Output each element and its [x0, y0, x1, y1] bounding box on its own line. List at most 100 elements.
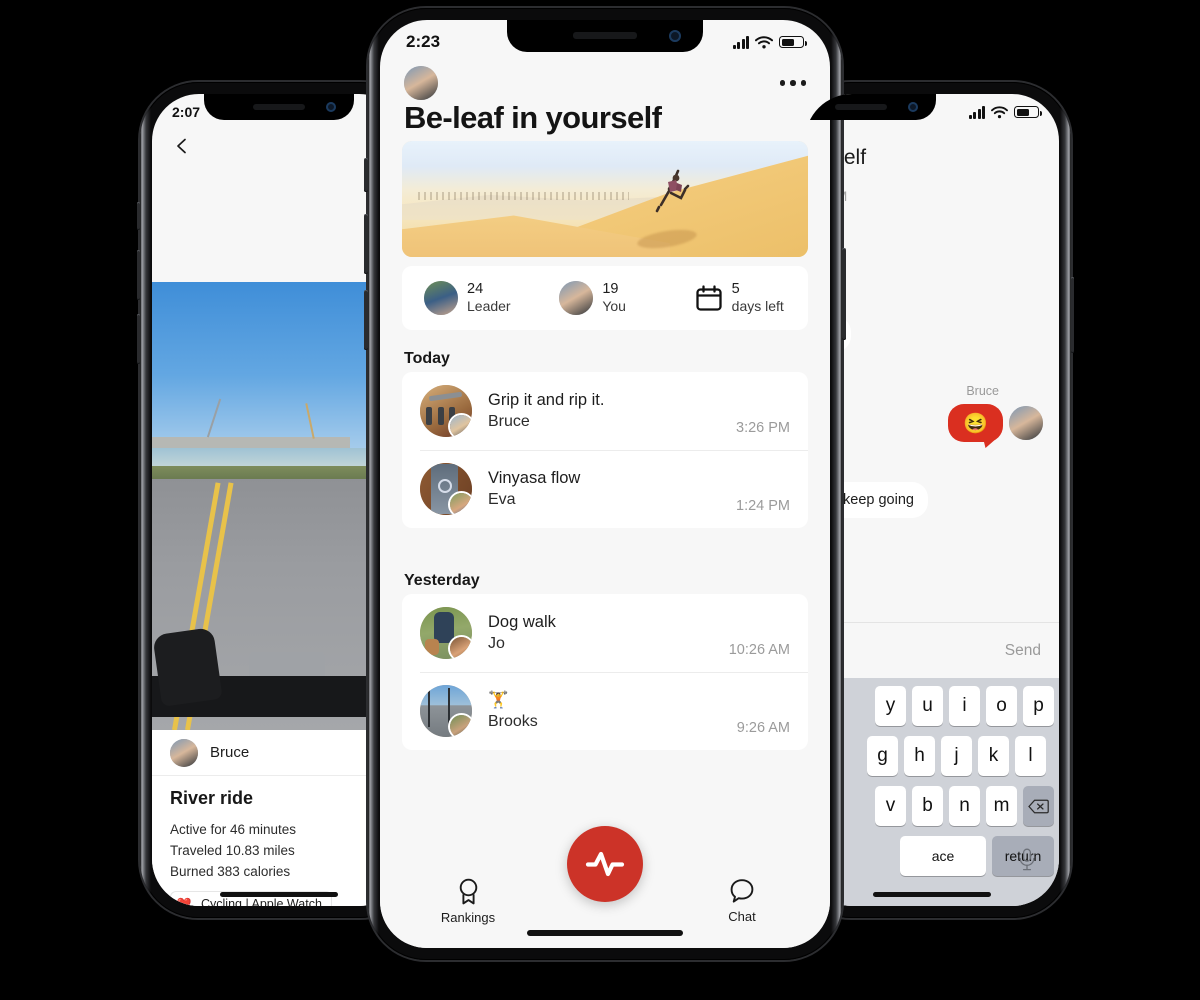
activity-thumbnail — [420, 385, 472, 437]
stat-value: 5 — [731, 281, 740, 298]
keyboard-row-3: v b n m — [805, 786, 1059, 826]
back-button[interactable] — [174, 138, 190, 154]
award-ribbon-icon — [459, 878, 477, 905]
key-g[interactable]: g — [867, 736, 898, 776]
space-key[interactable]: ace — [900, 836, 986, 876]
volume-down-button[interactable] — [364, 290, 368, 350]
chat-input-bar: Send — [805, 622, 1059, 678]
stat-leader[interactable]: 24 Leader — [402, 280, 537, 316]
key-k[interactable]: k — [978, 736, 1009, 776]
right-status-bar — [805, 94, 1059, 130]
hero-image[interactable] — [402, 141, 808, 257]
key-h[interactable]: h — [904, 736, 935, 776]
key-y[interactable]: y — [875, 686, 906, 726]
key-l[interactable]: l — [1015, 736, 1046, 776]
power-button[interactable] — [1071, 277, 1074, 353]
stat-days-left[interactable]: 5 days left — [673, 280, 808, 316]
volume-down-button[interactable] — [137, 314, 140, 364]
tab-label: Chat — [728, 909, 756, 924]
activity-title: Grip it and rip it. — [488, 391, 605, 409]
tab-chat[interactable]: Chat — [706, 878, 778, 924]
cellular-signal-icon — [732, 35, 749, 49]
list-item[interactable]: Vinyasa flow Eva 1:24 PM — [402, 450, 808, 528]
you-avatar — [559, 281, 594, 315]
wifi-icon — [755, 35, 773, 48]
author-name: Bruce — [210, 744, 250, 761]
key-j[interactable]: j — [941, 736, 972, 776]
activity-author: Bruce — [488, 413, 530, 430]
key-i[interactable]: i — [949, 686, 980, 726]
key-o[interactable]: o — [986, 686, 1017, 726]
activity-thumbnail — [420, 463, 472, 515]
battery-icon — [779, 36, 807, 48]
wifi-icon — [991, 105, 1008, 118]
key-v[interactable]: v — [875, 786, 906, 826]
list-item[interactable]: 🏋️ Brooks 9:26 AM — [402, 672, 808, 750]
section-heading-yesterday: Yesterday — [404, 572, 480, 589]
activity-time: 3:26 PM — [736, 420, 790, 436]
challenge-stats: 24 Leader 19 You 5 days left — [402, 266, 808, 330]
home-indicator[interactable] — [873, 892, 991, 897]
status-indicators — [968, 105, 1042, 119]
backspace-icon — [1028, 799, 1049, 813]
leader-avatar — [424, 281, 458, 315]
key-p[interactable]: p — [1023, 686, 1054, 726]
key-u[interactable]: u — [912, 686, 943, 726]
emoji-content: 😆 — [963, 412, 988, 435]
center-phone-screen: 2:23 Be-leaf in yourself 24 Leader 19 Yo… — [380, 20, 830, 948]
message-sender: Bruce — [966, 384, 999, 398]
key-n[interactable]: n — [949, 786, 980, 826]
activity-list-today: Grip it and rip it. Bruce 3:26 PM Vinyas… — [402, 372, 808, 528]
mockup-stage: 2:07 Bruce River ride Active for 46 minu… — [0, 0, 1200, 1000]
avatar — [1009, 406, 1043, 440]
dictation-button[interactable] — [1017, 848, 1037, 872]
more-options-icon[interactable] — [779, 80, 806, 86]
runner-illustration — [655, 169, 690, 213]
key-m[interactable]: m — [986, 786, 1017, 826]
right-phone-screen: n yourself 1:58 PM f counts as Bruce 😆 e… — [805, 94, 1059, 906]
author-avatar-inset — [450, 415, 472, 437]
stat-value: 24 — [467, 281, 484, 298]
power-button[interactable] — [842, 248, 846, 340]
activity-title: Dog walk — [488, 613, 556, 631]
record-activity-fab[interactable] — [567, 826, 643, 902]
activity-title: Vinyasa flow — [488, 469, 581, 487]
activity-title: 🏋️ — [488, 691, 509, 709]
emoji-message-bubble[interactable]: 😆 — [948, 404, 1003, 442]
tab-rankings[interactable]: Rankings — [432, 878, 504, 925]
avatar — [170, 738, 198, 767]
activity-calories: Burned 383 calories — [170, 864, 291, 879]
author-avatar-inset — [450, 493, 472, 515]
volume-up-button[interactable] — [364, 214, 368, 274]
home-indicator[interactable] — [527, 930, 683, 936]
activity-author: Jo — [488, 635, 505, 652]
backspace-key[interactable] — [1023, 786, 1054, 826]
activity-pulse-icon — [585, 851, 625, 877]
stat-label: You — [602, 298, 626, 315]
home-indicator[interactable] — [220, 892, 338, 897]
activity-title: River ride — [170, 788, 254, 808]
stat-label: days left — [731, 298, 784, 315]
mute-switch[interactable] — [364, 158, 368, 192]
mute-switch[interactable] — [137, 202, 140, 230]
left-status-bar: 2:07 — [152, 94, 406, 130]
battery-icon — [1014, 106, 1042, 118]
volume-up-button[interactable] — [137, 250, 140, 300]
keyboard-row-2: g h j k l — [805, 736, 1059, 776]
section-heading-today: Today — [404, 350, 450, 367]
activity-thumbnail — [420, 685, 472, 737]
list-item[interactable]: Dog walk Jo 10:26 AM — [402, 594, 808, 672]
list-item[interactable]: Grip it and rip it. Bruce 3:26 PM — [402, 372, 808, 450]
avatar[interactable] — [404, 66, 438, 100]
heart-icon: ❤️ — [176, 897, 192, 906]
stat-you[interactable]: 19 You — [537, 280, 672, 316]
key-b[interactable]: b — [912, 786, 943, 826]
send-button[interactable]: Send — [1005, 642, 1041, 660]
activity-duration: Active for 46 minutes — [170, 822, 297, 837]
microphone-icon — [1019, 848, 1035, 871]
page-title: Be-leaf in yourself — [404, 100, 662, 135]
author-avatar-inset — [450, 637, 472, 659]
status-time: 2:07 — [172, 104, 201, 120]
activity-time: 9:26 AM — [736, 720, 790, 736]
app-header — [380, 66, 830, 100]
